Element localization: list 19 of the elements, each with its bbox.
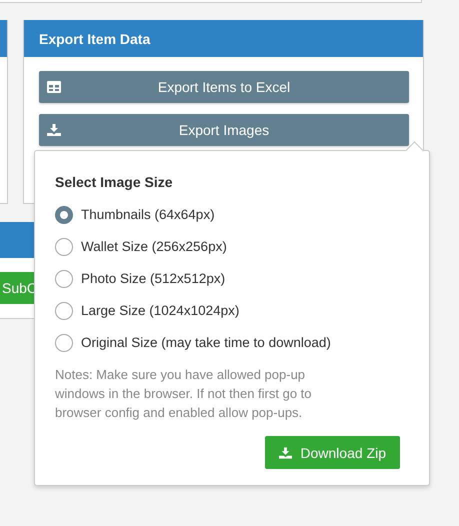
- radio-button[interactable]: [55, 302, 73, 320]
- radio-option[interactable]: Thumbnails (64x64px): [55, 204, 409, 225]
- radio-option[interactable]: Large Size (1024x1024px): [55, 300, 409, 321]
- download-icon: [47, 124, 61, 136]
- export-button[interactable]: Export Images: [39, 114, 409, 146]
- export-button[interactable]: Export Items to Excel: [39, 71, 409, 103]
- radio-button[interactable]: [55, 270, 73, 288]
- note-text: Notes: Make sure you have allowed pop-up windows in the browser. If not then first go to browser config and enabled allow pop-ups.: [55, 366, 313, 422]
- radio-button[interactable]: [55, 206, 73, 224]
- radio-option[interactable]: Photo Size (512x512px): [55, 268, 409, 289]
- download-icon: [279, 446, 292, 458]
- radio-option[interactable]: Wallet Size (256x256px): [55, 236, 409, 257]
- radio-button[interactable]: [55, 334, 73, 352]
- table-icon: [47, 81, 61, 93]
- radio-option[interactable]: Original Size (may take time to download): [55, 332, 409, 353]
- panel-title: Export Item Data: [39, 30, 150, 46]
- popover-title: Select Image Size: [55, 174, 174, 190]
- panel-header: [0, 20, 7, 57]
- radio-button[interactable]: [55, 238, 73, 256]
